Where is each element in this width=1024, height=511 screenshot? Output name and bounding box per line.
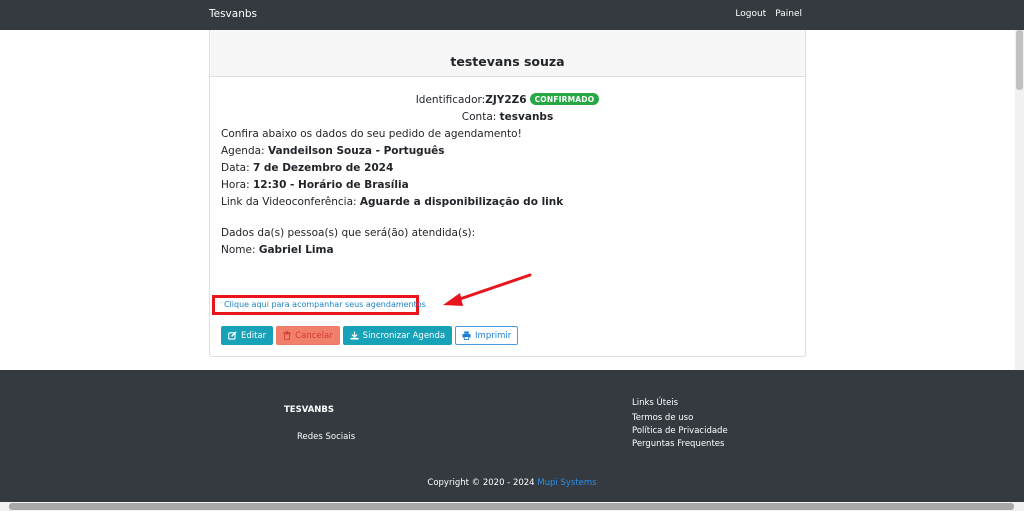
horizontal-scrollbar[interactable] — [0, 502, 1024, 511]
cancel-button[interactable]: Cancelar — [276, 326, 340, 345]
highlight-box: Clique aqui para acompanhar seus agendam… — [212, 295, 426, 315]
intro-text: Confira abaixo os dados do seu pedido de… — [221, 128, 522, 140]
horizontal-scrollbar-thumb[interactable] — [9, 503, 1014, 510]
agenda-label: Agenda: — [221, 145, 268, 157]
footer-brand: TESVANBS — [284, 405, 335, 415]
edit-button[interactable]: Editar — [221, 326, 274, 345]
vertical-scrollbar-thumb[interactable] — [1016, 30, 1023, 90]
time-line: Hora: 12:30 - Horário de Brasília — [221, 179, 409, 191]
identifier-value: ZJY2Z6 — [485, 94, 527, 106]
footer: TESVANBS Redes Sociais Links Úteis Termo… — [0, 370, 1024, 502]
people-heading: Dados da(s) pessoa(s) que será(ão) atend… — [221, 227, 476, 239]
status-badge: CONFIRMADO — [529, 93, 600, 105]
print-button-label: Imprimir — [475, 330, 512, 341]
time-label: Hora: — [221, 179, 253, 191]
card-title: testevans souza — [450, 53, 565, 69]
navbar: Tesvanbs Logout Painel — [0, 0, 1024, 30]
copyright: Copyright © 2020 - 2024 Mupi Systems — [0, 478, 1024, 488]
name-line: Nome: Gabriel Lima — [221, 244, 334, 256]
date-line: Data: 7 de Dezembro de 2024 — [221, 162, 393, 174]
agenda-line: Agenda: Vandeilson Souza - Português — [221, 145, 445, 157]
navbar-links: Logout Painel — [735, 9, 802, 19]
print-button[interactable]: Imprimir — [455, 326, 519, 345]
company-link[interactable]: Mupi Systems — [537, 478, 596, 488]
sync-button-label: Sincronizar Agenda — [362, 330, 446, 341]
edit-icon — [228, 331, 237, 340]
privacy-policy-link[interactable]: Política de Privacidade — [632, 426, 728, 436]
account-line: Conta: tesvanbs — [210, 111, 805, 123]
video-label: Link da Videoconferência: — [221, 196, 360, 208]
trash-icon — [283, 331, 291, 340]
card-header: testevans souza — [210, 30, 805, 77]
edit-button-label: Editar — [241, 330, 267, 341]
cancel-button-label: Cancelar — [295, 330, 333, 341]
faq-link[interactable]: Perguntas Frequentes — [632, 439, 724, 449]
account-value: tesvanbs — [499, 111, 554, 123]
logout-link[interactable]: Logout — [735, 9, 766, 19]
terms-link[interactable]: Termos de uso — [632, 413, 693, 423]
action-buttons: Editar Cancelar Sincronizar Agenda Impri… — [221, 326, 519, 345]
painel-link[interactable]: Painel — [775, 9, 802, 19]
time-value: 12:30 - Horário de Brasília — [252, 179, 409, 191]
sync-calendar-button[interactable]: Sincronizar Agenda — [342, 326, 453, 345]
date-label: Data: — [221, 162, 253, 174]
account-label: Conta: — [461, 111, 500, 123]
social-networks-label: Redes Sociais — [297, 432, 356, 442]
track-appointments-link[interactable]: Clique aqui para acompanhar seus agendam… — [224, 300, 426, 309]
identifier-label: Identificador: — [415, 94, 486, 106]
red-arrow-annotation — [443, 273, 532, 306]
name-label: Nome: — [221, 244, 259, 256]
identifier-line: Identificador:ZJY2Z6 CONFIRMADO — [210, 93, 805, 106]
print-icon — [462, 331, 471, 340]
copyright-text: Copyright © 2020 - 2024 — [427, 478, 538, 488]
navbar-brand[interactable]: Tesvanbs — [209, 8, 257, 20]
useful-links-title: Links Úteis — [632, 398, 679, 408]
agenda-value: Vandeilson Souza - Português — [267, 145, 445, 157]
video-value: Aguarde a disponibilização do link — [359, 196, 564, 208]
video-line: Link da Videoconferência: Aguarde a disp… — [221, 196, 563, 208]
date-value: 7 de Dezembro de 2024 — [252, 162, 394, 174]
name-value: Gabriel Lima — [258, 244, 334, 256]
download-icon — [350, 331, 359, 340]
